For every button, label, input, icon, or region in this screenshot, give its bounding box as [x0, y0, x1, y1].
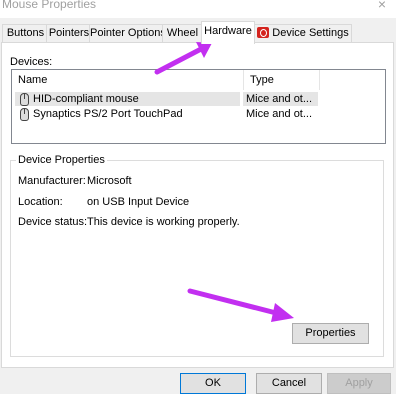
- device-type: Mice and ot...: [246, 108, 313, 120]
- list-item[interactable]: HID-compliant mouse Mice and ot...: [12, 92, 385, 106]
- device-settings-icon: [257, 27, 270, 38]
- location-value: on USB Input Device: [87, 196, 190, 208]
- tab-strip: Buttons Pointers Pointer Options Wheel H…: [0, 21, 396, 44]
- location-label: Location:: [18, 196, 63, 208]
- properties-button[interactable]: Properties: [292, 323, 369, 344]
- tab-device-settings-label: Device Settings: [272, 27, 349, 39]
- tab-pointer-options[interactable]: Pointer Options: [89, 24, 166, 42]
- device-status-value: This device is working properly.: [87, 216, 240, 228]
- mouse-icon: [20, 93, 29, 106]
- tab-buttons[interactable]: Buttons: [2, 24, 49, 42]
- cancel-button[interactable]: Cancel: [256, 373, 322, 394]
- tab-hardware[interactable]: Hardware: [201, 21, 255, 44]
- device-type: Mice and ot...: [243, 92, 318, 106]
- device-name: HID-compliant mouse: [33, 93, 139, 105]
- list-header: Name Type: [12, 70, 385, 90]
- device-name: Synaptics PS/2 Port TouchPad: [33, 108, 183, 120]
- column-header-name[interactable]: Name: [12, 70, 244, 90]
- title-bar: Mouse Properties ×: [0, 0, 396, 18]
- window-title: Mouse Properties: [2, 0, 97, 11]
- ok-button[interactable]: OK: [180, 373, 246, 394]
- devices-label: Devices:: [10, 56, 53, 68]
- close-icon[interactable]: ×: [378, 0, 386, 12]
- tab-wheel[interactable]: Wheel: [162, 24, 203, 42]
- tab-pointers[interactable]: Pointers: [46, 24, 92, 42]
- device-status-label: Device status:: [18, 216, 88, 228]
- manufacturer-label: Manufacturer:: [18, 175, 86, 187]
- mouse-icon: [20, 108, 29, 121]
- list-item[interactable]: Synaptics PS/2 Port TouchPad Mice and ot…: [12, 107, 385, 121]
- apply-button[interactable]: Apply: [327, 373, 391, 394]
- tab-device-settings[interactable]: Device Settings: [254, 24, 352, 42]
- devices-list[interactable]: Name Type HID-compliant mouse Mice and o…: [11, 69, 386, 144]
- manufacturer-value: Microsoft: [87, 175, 132, 187]
- device-properties-legend: Device Properties: [16, 154, 107, 166]
- column-header-type[interactable]: Type: [244, 70, 320, 90]
